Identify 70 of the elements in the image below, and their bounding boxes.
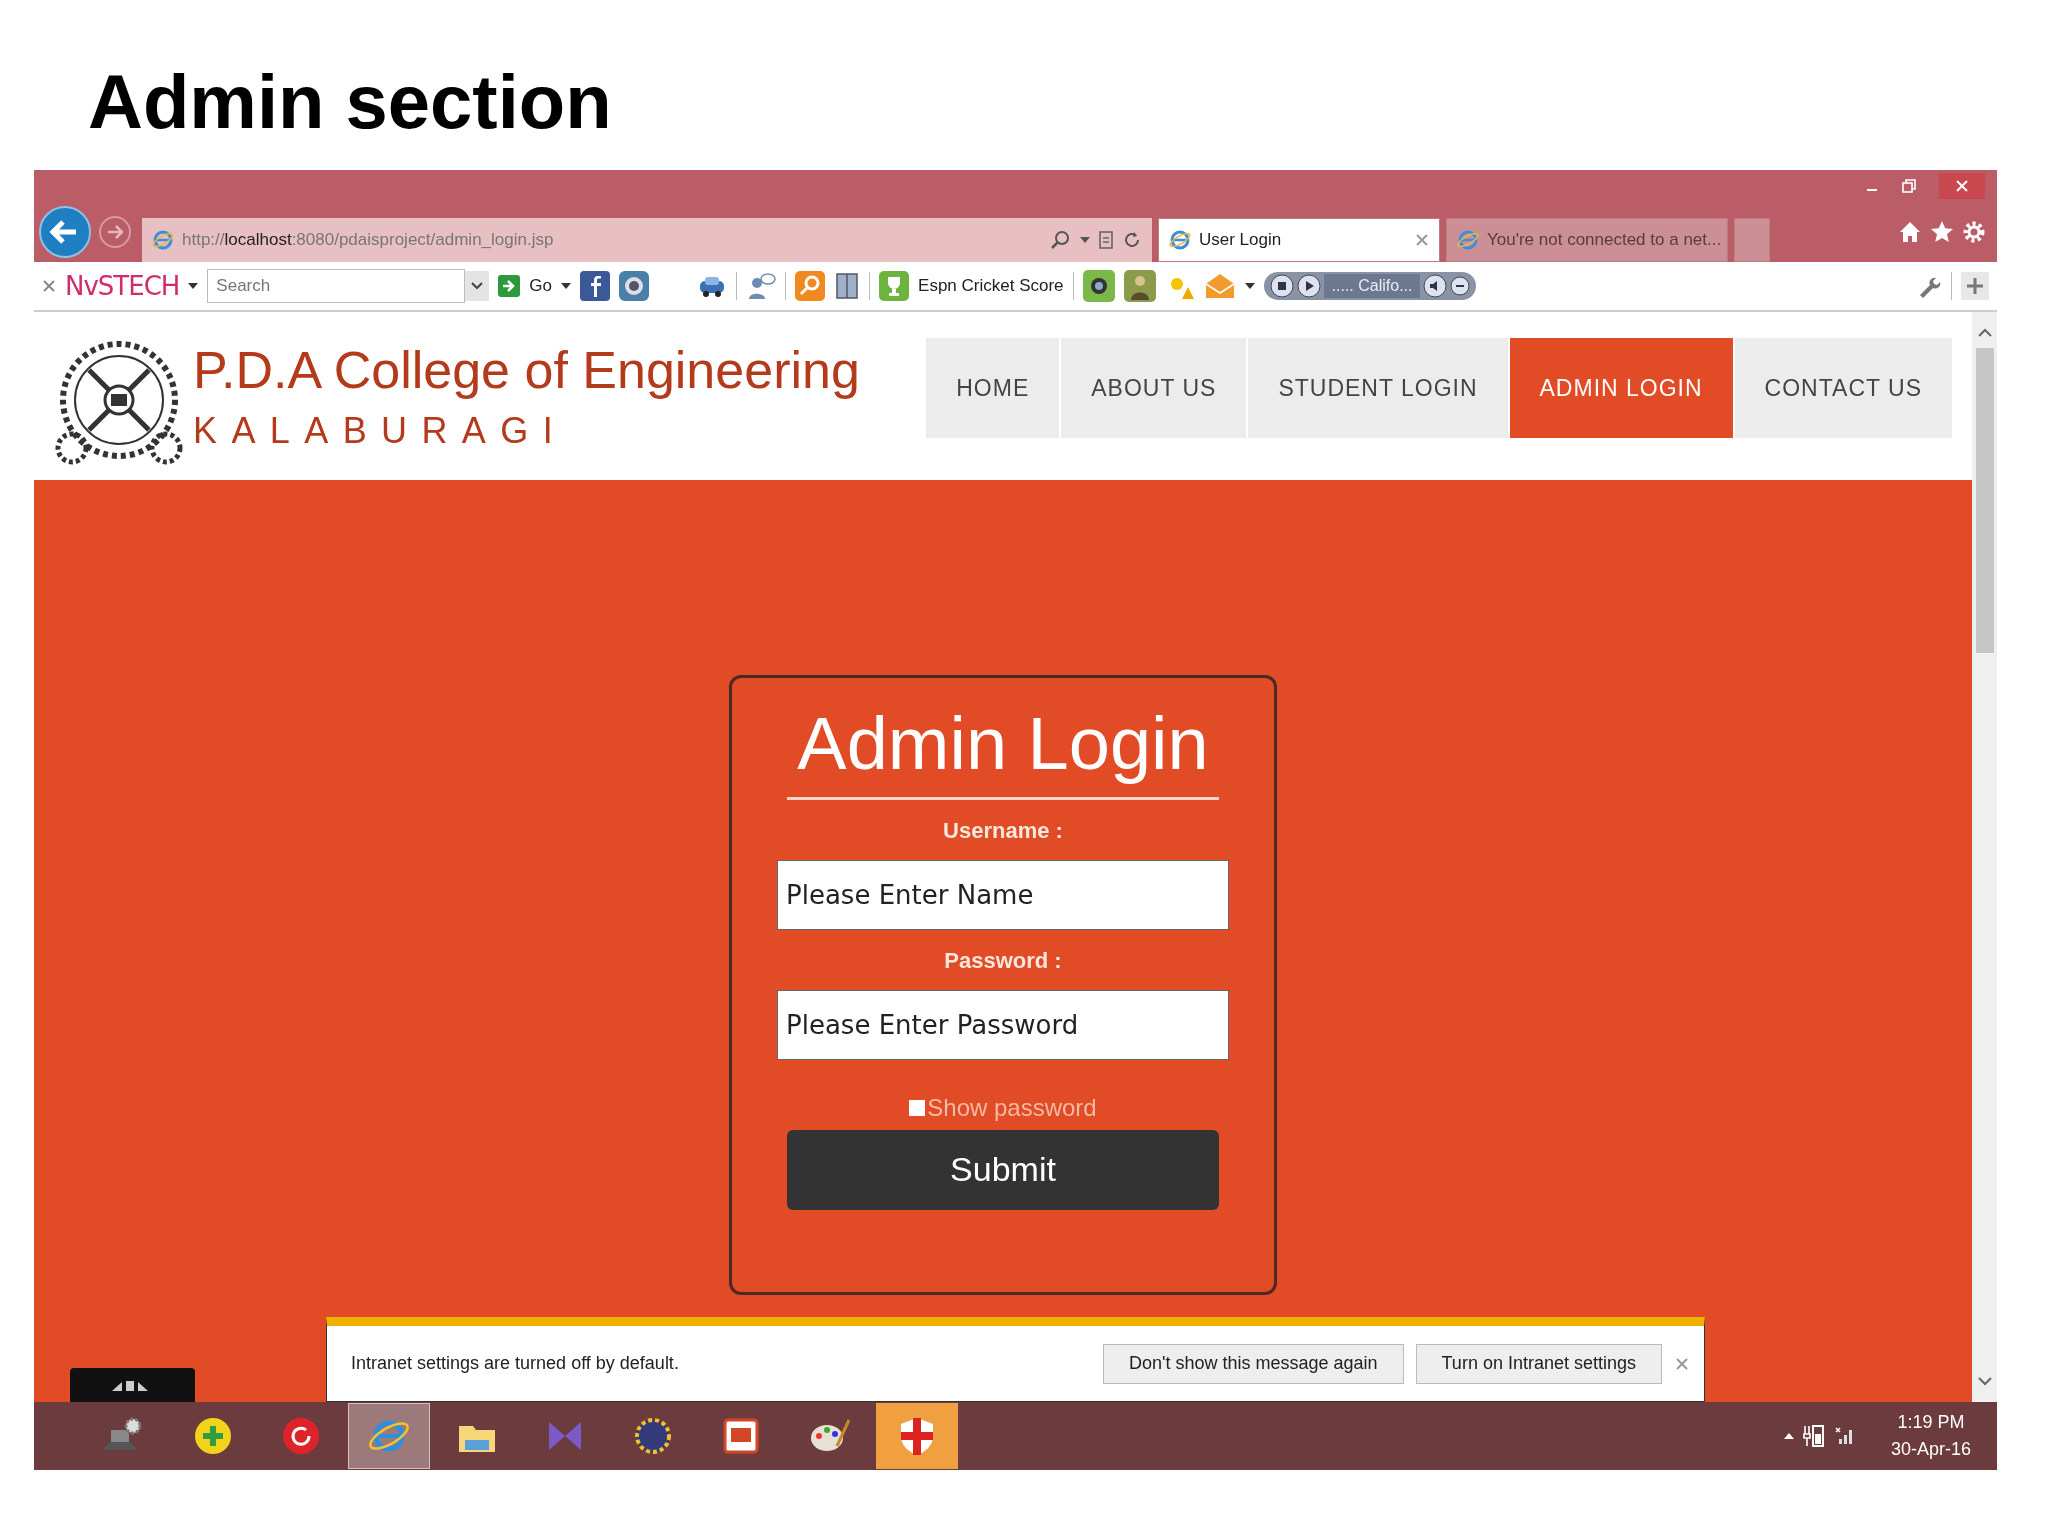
notification-button[interactable]: Don't show this message again bbox=[1102, 1343, 1404, 1384]
nav-link[interactable]: HOME bbox=[926, 338, 1060, 438]
figure-icon[interactable] bbox=[1123, 270, 1156, 302]
settings-icon[interactable] bbox=[1961, 219, 1987, 245]
checkbox[interactable] bbox=[909, 1099, 926, 1116]
submit-button[interactable]: Submit bbox=[787, 1129, 1219, 1210]
clock-time[interactable]: 1:19 PM bbox=[1897, 1412, 1965, 1433]
browser-e-icon bbox=[1457, 229, 1479, 251]
magnifier-square-icon[interactable] bbox=[795, 271, 826, 301]
minus-icon[interactable] bbox=[1450, 276, 1471, 296]
chat-person-icon[interactable] bbox=[746, 271, 777, 301]
flip-ahead-tab[interactable] bbox=[70, 1368, 195, 1402]
taskbar-app[interactable] bbox=[876, 1403, 958, 1469]
close-icon[interactable] bbox=[42, 279, 56, 293]
browser-e-icon bbox=[152, 229, 174, 251]
close-icon[interactable] bbox=[1415, 233, 1429, 247]
scroll-down-icon[interactable] bbox=[1976, 1376, 1993, 1388]
caret-icon[interactable] bbox=[188, 282, 199, 290]
refresh-icon[interactable] bbox=[1122, 230, 1142, 250]
nav-link[interactable]: ADMIN LOGIN bbox=[1509, 338, 1733, 438]
input-field[interactable]: Please Enter Name bbox=[777, 859, 1229, 930]
caret-icon[interactable] bbox=[561, 282, 572, 290]
search-icon[interactable] bbox=[1050, 229, 1072, 251]
browser-tab[interactable]: User Login bbox=[1158, 218, 1440, 262]
field-label: Username : bbox=[943, 817, 1063, 844]
cricket-score-link[interactable]: Espn Cricket Score bbox=[918, 276, 1064, 296]
login-title: Admin Login bbox=[787, 698, 1219, 800]
college-city: KALABURAGI bbox=[193, 410, 569, 452]
page-icon[interactable] bbox=[1098, 230, 1114, 250]
globe-icon[interactable] bbox=[619, 271, 650, 301]
college-name: P.D.A College of Engineering bbox=[193, 340, 860, 400]
nav-link[interactable]: STUDENT LOGIN bbox=[1248, 338, 1508, 438]
browser-tab[interactable]: You're not connected to a net... bbox=[1446, 218, 1728, 262]
radio-player[interactable]: ..... Califo... bbox=[1263, 272, 1477, 300]
caret-icon[interactable] bbox=[1244, 282, 1255, 290]
play-icon[interactable] bbox=[1296, 274, 1321, 298]
speaker-icon[interactable] bbox=[1423, 274, 1448, 298]
clock-date[interactable]: 30-Apr-16 bbox=[1890, 1439, 1971, 1460]
slide-title: Admin section bbox=[88, 58, 612, 146]
dropdown-caret-icon[interactable] bbox=[465, 271, 490, 301]
tab-label: User Login bbox=[1199, 230, 1282, 250]
scrollbar[interactable] bbox=[1972, 312, 1997, 1402]
book-icon[interactable] bbox=[834, 271, 861, 301]
close-icon[interactable] bbox=[1674, 1355, 1690, 1372]
camera-icon[interactable] bbox=[1082, 270, 1115, 302]
input-field[interactable]: Please Enter Password bbox=[777, 989, 1229, 1060]
notification-message: Intranet settings are turned off by default. bbox=[351, 1353, 679, 1374]
notification-button[interactable]: Turn on Intranet settings bbox=[1415, 1343, 1662, 1384]
address-bar[interactable]: http://localhost:8080/pdaisproject/admin_login.jsp bbox=[142, 218, 1152, 262]
browser-e-icon bbox=[1169, 229, 1191, 251]
station-select[interactable]: ..... Califo... bbox=[1323, 274, 1421, 298]
tab-label: You're not connected to a net... bbox=[1487, 230, 1722, 250]
restore-icon[interactable] bbox=[1901, 178, 1917, 194]
toolbar-search-field[interactable]: Search bbox=[207, 269, 466, 303]
close-icon[interactable] bbox=[1939, 173, 1985, 199]
plus-icon[interactable] bbox=[1961, 272, 1989, 300]
scroll-thumb[interactable] bbox=[1975, 348, 1994, 653]
nav-link[interactable]: ABOUT US bbox=[1061, 338, 1247, 438]
facebook-square-icon[interactable] bbox=[580, 271, 611, 301]
stop-icon[interactable] bbox=[1269, 274, 1294, 298]
star-icon[interactable] bbox=[1929, 219, 1955, 245]
trophy-icon[interactable] bbox=[879, 271, 910, 301]
nav-link[interactable]: CONTACT US bbox=[1734, 338, 1952, 438]
toolbar-brand[interactable]: NvSTECH bbox=[65, 271, 180, 301]
battery-plug-icon[interactable] bbox=[1800, 1422, 1827, 1450]
scroll-up-icon[interactable] bbox=[1976, 326, 1993, 338]
url-text[interactable]: http://localhost:8080/pdaisproject/admin_login.jsp bbox=[182, 230, 554, 250]
tray-caret-icon[interactable] bbox=[1782, 1431, 1795, 1441]
field-label: Password : bbox=[944, 947, 1062, 974]
go-link[interactable]: Go bbox=[529, 276, 553, 296]
